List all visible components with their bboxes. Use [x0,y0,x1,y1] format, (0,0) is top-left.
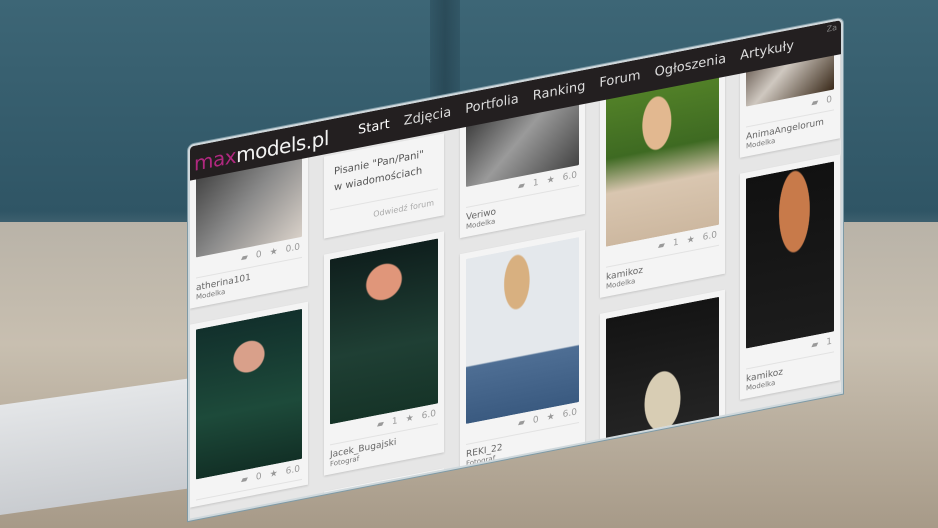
nav-ogloszenia[interactable]: Ogłoszenia [655,51,727,80]
top-right-link[interactable]: Za [827,23,837,34]
star-icon: ★ [546,411,555,424]
comment-count: 0 [255,249,262,261]
photo-card[interactable]: ▰ 1 ★ 6.0 Jacek_Bugajski Fotograf [324,231,444,476]
photo-card[interactable]: ▰ 1 kamikoz Modelka [740,154,840,400]
nav-ranking[interactable]: Ranking [533,79,586,104]
star-icon: ★ [269,246,278,259]
comment-count: 0 [255,471,262,483]
rating: 6.0 [285,464,300,478]
nav-artykuly[interactable]: Artykuły [740,38,794,63]
star-icon: ★ [269,468,278,481]
logo-text: models.pl [236,125,329,168]
photo-card[interactable]: ▰ 0 ★ 6.0 REKI_22 Fotograf [460,229,585,476]
nav-start[interactable]: Start [358,117,390,138]
comment-count: 1 [391,416,398,428]
rating: 6.0 [421,408,436,422]
comment-icon: ▰ [811,97,819,109]
star-icon: ★ [405,413,414,425]
comment-icon: ▰ [240,474,248,486]
feed-column-1: ▰ 0 ★ 0.0 atherina101 Modelka ▰ 0 ★ 6.0 [190,137,308,508]
nav-forum[interactable]: Forum [599,68,640,91]
photo-thumbnail[interactable] [746,161,834,349]
rating: 0.0 [285,242,300,256]
star-icon: ★ [686,234,695,247]
rating: 6.0 [562,170,577,184]
photo-card[interactable]: ▰ 0 ★ 6.0 [190,301,308,508]
comment-icon: ▰ [517,180,525,192]
rating: 6.0 [702,230,717,243]
feed-column-2: Pisanie "Pan/Pani" w wiadomościach Odwie… [324,133,444,518]
rating: 6.0 [562,407,577,421]
photo-thumbnail[interactable] [330,238,438,425]
photo-thumbnail[interactable] [466,236,579,424]
comment-icon: ▰ [657,240,665,252]
nav-portfolia[interactable]: Portfolia [465,92,519,117]
logo-x: x [224,143,237,170]
comment-icon: ▰ [376,418,384,431]
comment-count: 1 [826,336,832,348]
comment-icon: ▰ [811,339,819,351]
comment-count: 0 [826,94,832,106]
star-icon: ★ [546,174,555,187]
nav-zdjecia[interactable]: Zdjęcia [404,105,452,129]
comment-count: 0 [532,414,539,426]
photo-thumbnail[interactable] [196,308,302,480]
comment-count: 1 [532,177,539,189]
comment-icon: ▰ [240,252,248,264]
comment-count: 1 [672,237,679,249]
comment-icon: ▰ [517,417,525,429]
logo-prefix: ma [194,145,225,176]
